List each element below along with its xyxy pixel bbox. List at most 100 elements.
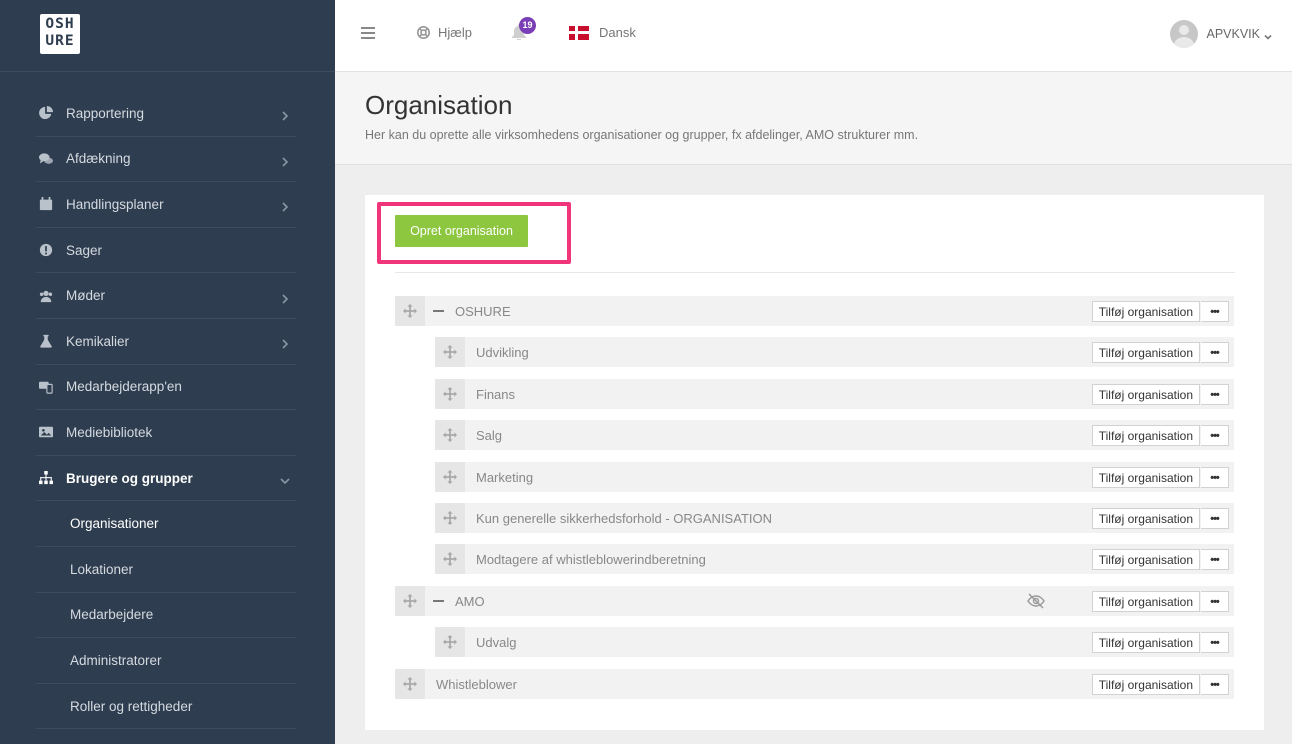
add-organisation-button[interactable]: Tilføj organisation	[1091, 384, 1200, 405]
lifebuoy-icon	[417, 26, 430, 39]
drag-handle-icon[interactable]	[435, 462, 465, 492]
sidebar-item-handlingsplaner[interactable]: Handlingsplaner	[36, 182, 296, 228]
chevron-right-icon	[280, 154, 290, 167]
eye-slash-icon[interactable]	[1027, 593, 1045, 609]
tree-row-udvalg[interactable]: Udvalg Tilføj organisation •••	[435, 627, 1234, 657]
tree-row-amo[interactable]: AMO Tilføj organisation •••	[395, 586, 1234, 616]
drag-handle-icon[interactable]	[435, 503, 465, 533]
sidebar-subitem-label: Administratorer	[70, 652, 162, 668]
sidebar-item-afdaekning[interactable]: Afdækning	[36, 137, 296, 183]
add-organisation-button[interactable]: Tilføj organisation	[1091, 591, 1200, 612]
drag-handle-icon[interactable]	[435, 337, 465, 367]
sidebar-subitem-label: Medarbejdere	[70, 607, 154, 623]
row-actions: Tilføj organisation •••	[1091, 632, 1229, 653]
collapse-minus-icon[interactable]	[433, 310, 444, 312]
more-options-button[interactable]: •••	[1201, 384, 1229, 405]
drag-handle-icon[interactable]	[435, 544, 465, 574]
logo-line-2: URE	[45, 33, 75, 49]
add-organisation-button[interactable]: Tilføj organisation	[1091, 301, 1200, 322]
row-actions: Tilføj organisation •••	[1091, 384, 1229, 405]
sidebar-subitem-label: Lokationer	[70, 561, 134, 577]
sidebar-subitem-label: Roller og rettigheder	[70, 698, 193, 714]
row-actions: Tilføj organisation •••	[1091, 467, 1229, 488]
sidebar-item-sager[interactable]: Sager	[36, 228, 296, 274]
user-menu[interactable]: APVKVIK	[1169, 20, 1273, 48]
more-options-button[interactable]: •••	[1201, 508, 1229, 529]
oshure-logo[interactable]: OSH URE	[40, 14, 80, 54]
add-organisation-button[interactable]: Tilføj organisation	[1091, 549, 1200, 570]
add-organisation-button[interactable]: Tilføj organisation	[1091, 467, 1200, 488]
more-options-button[interactable]: •••	[1201, 549, 1229, 570]
more-options-button[interactable]: •••	[1201, 674, 1229, 695]
sidebar-item-rapportering[interactable]: Rapportering	[36, 91, 296, 137]
add-organisation-button[interactable]: Tilføj organisation	[1091, 632, 1200, 653]
sidebar-subitem-roller-og-rettigheder[interactable]: Roller og rettigheder	[36, 684, 296, 730]
sidebar-item-label: Mediebibliotek	[66, 424, 153, 440]
danish-flag-icon	[569, 25, 589, 40]
sidebar-item-medarbejderapp[interactable]: Medarbejderapp'en	[36, 365, 296, 411]
add-organisation-button[interactable]: Tilføj organisation	[1091, 425, 1200, 446]
more-options-button[interactable]: •••	[1201, 425, 1229, 446]
sidebar-subitem-administratorer[interactable]: Administratorer	[36, 638, 296, 684]
drag-handle-icon[interactable]	[435, 420, 465, 450]
sidebar-item-kemikalier[interactable]: Kemikalier	[36, 319, 296, 365]
row-actions: Tilføj organisation •••	[1091, 674, 1229, 695]
tree-row-kun-generelle[interactable]: Kun generelle sikkerhedsforhold - ORGANI…	[435, 503, 1234, 533]
sidebar-subitem-medarbejdere[interactable]: Medarbejdere	[36, 593, 296, 639]
chevron-right-icon	[280, 336, 290, 349]
flask-icon	[36, 334, 66, 348]
more-options-button[interactable]: •••	[1201, 467, 1229, 488]
chat-bubbles-icon	[36, 152, 66, 166]
sidebar-item-label: Kemikalier	[66, 333, 130, 349]
more-options-button[interactable]: •••	[1201, 632, 1229, 653]
more-options-button[interactable]: •••	[1201, 342, 1229, 363]
row-actions: Tilføj organisation •••	[1091, 549, 1229, 570]
tree-row-udvikling[interactable]: Udvikling Tilføj organisation •••	[435, 337, 1234, 367]
logo-area: OSH URE	[0, 0, 335, 72]
tree-row-whistleblower[interactable]: Whistleblower Tilføj organisation •••	[395, 669, 1234, 699]
page-header: Organisation Her kan du oprette alle vir…	[335, 72, 1292, 165]
devices-icon	[36, 380, 66, 394]
add-organisation-button[interactable]: Tilføj organisation	[1091, 674, 1200, 695]
sidebar-subitem-lokationer[interactable]: Lokationer	[36, 547, 296, 593]
exclamation-circle-icon	[36, 243, 66, 257]
notification-badge[interactable]: 19	[519, 17, 536, 34]
create-organisation-button[interactable]: Opret organisation	[395, 215, 528, 247]
sidebar-item-brugere-og-grupper[interactable]: Brugere og grupper	[36, 456, 296, 502]
tree-row-salg[interactable]: Salg Tilføj organisation •••	[435, 420, 1234, 450]
collapse-minus-icon[interactable]	[433, 600, 444, 602]
row-actions: Tilføj organisation •••	[1091, 425, 1229, 446]
drag-handle-icon[interactable]	[395, 586, 425, 616]
sidebar-item-label: Medarbejderapp'en	[66, 379, 182, 395]
row-actions: Tilføj organisation •••	[1091, 508, 1229, 529]
divider	[395, 272, 1235, 273]
image-icon	[36, 425, 66, 439]
pie-chart-icon	[36, 106, 66, 120]
drag-handle-icon[interactable]	[435, 627, 465, 657]
tree-row-finans[interactable]: Finans Tilføj organisation •••	[435, 379, 1234, 409]
more-options-button[interactable]: •••	[1201, 301, 1229, 322]
avatar	[1169, 20, 1198, 48]
help-link[interactable]: Hjælp	[417, 25, 472, 40]
tree-row-modtagere[interactable]: Modtagere af whistleblowerindberetning T…	[435, 544, 1234, 574]
drag-handle-icon[interactable]	[395, 296, 425, 326]
tree-row-marketing[interactable]: Marketing Tilføj organisation •••	[435, 462, 1234, 492]
sidebar-item-label: Rapportering	[66, 105, 145, 121]
help-label: Hjælp	[438, 25, 472, 40]
sidebar-item-label: Møder	[66, 288, 106, 304]
add-organisation-button[interactable]: Tilføj organisation	[1091, 508, 1200, 529]
row-actions: Tilføj organisation •••	[1091, 591, 1229, 612]
sidebar-item-moeder[interactable]: Møder	[36, 273, 296, 319]
org-chart-icon	[36, 471, 66, 485]
add-organisation-button[interactable]: Tilføj organisation	[1091, 342, 1200, 363]
language-selector[interactable]: Dansk	[569, 25, 636, 40]
row-actions: Tilføj organisation •••	[1091, 342, 1229, 363]
sidebar-item-mediebibliotek[interactable]: Mediebibliotek	[36, 410, 296, 456]
hamburger-menu-icon[interactable]	[361, 27, 375, 41]
more-options-button[interactable]: •••	[1201, 591, 1229, 612]
sidebar-subitem-organisationer[interactable]: Organisationer	[36, 501, 296, 547]
tree-row-oshure[interactable]: OSHURE Tilføj organisation •••	[395, 296, 1234, 326]
drag-handle-icon[interactable]	[435, 379, 465, 409]
people-icon	[36, 289, 66, 303]
drag-handle-icon[interactable]	[395, 669, 425, 699]
